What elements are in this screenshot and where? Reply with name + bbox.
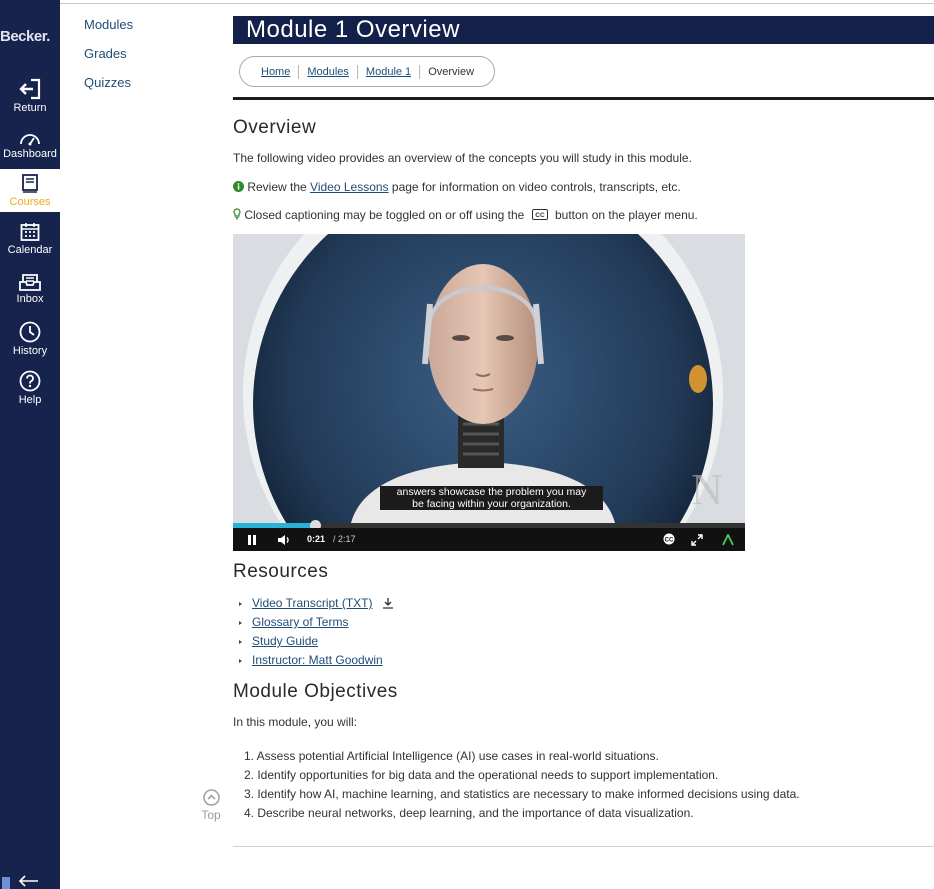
- objective-item: 3. Identify how AI, machine learning, an…: [244, 787, 800, 801]
- video-controls: 0:21 / 2:17 CC: [233, 528, 745, 551]
- objective-item: 2. Identify opportunities for big data a…: [244, 768, 719, 782]
- footer-divider: [233, 846, 934, 847]
- objective-item: 1. Assess potential Artificial Intellige…: [244, 749, 659, 763]
- lightbulb-icon: [233, 208, 241, 220]
- resources-heading: Resources: [233, 561, 329, 582]
- nav-history[interactable]: History: [0, 321, 60, 361]
- course-nav-quizzes[interactable]: Quizzes: [84, 75, 133, 104]
- cc-post: button on the player menu.: [551, 208, 698, 222]
- info-icon: [233, 181, 244, 192]
- caption-line-1: answers showcase the problem you may: [396, 486, 587, 498]
- nav-courses-label: Courses: [9, 196, 51, 208]
- video-lessons-link[interactable]: Video Lessons: [310, 180, 389, 194]
- top-divider: [60, 3, 934, 4]
- breadcrumb-module-1[interactable]: Module 1: [366, 66, 411, 78]
- download-icon[interactable]: [382, 597, 394, 609]
- pause-icon[interactable]: [246, 534, 258, 546]
- objective-item: 4. Describe neural networks, deep learni…: [244, 806, 694, 820]
- nav-inbox-label: Inbox: [16, 293, 44, 305]
- cc-pre: Closed captioning may be toggled on or o…: [244, 208, 528, 222]
- volume-icon[interactable]: [277, 534, 291, 546]
- breadcrumb-separator: [419, 64, 421, 79]
- resource-item: Study Guide: [238, 634, 394, 653]
- global-nav: Becker. Return Dashboard Courses Calenda…: [0, 0, 60, 889]
- video-caption: answers showcase the problem you may be …: [380, 486, 603, 510]
- header-rule: [233, 97, 934, 100]
- study-guide-link[interactable]: Study Guide: [252, 634, 318, 648]
- video-frame: N: [233, 234, 745, 523]
- becker-logo[interactable]: Becker.: [0, 28, 60, 45]
- resources-list: Video Transcript (TXT) Glossary of Terms…: [238, 596, 394, 672]
- courses-icon: [22, 174, 38, 193]
- collapse-nav-icon[interactable]: [2, 872, 42, 889]
- review-pre: Review the: [247, 180, 311, 194]
- back-to-top[interactable]: Top: [200, 789, 222, 822]
- objectives-heading: Module Objectives: [233, 681, 398, 702]
- overview-intro: The following video provides an overview…: [233, 151, 692, 165]
- player-logo-icon[interactable]: [722, 534, 734, 546]
- nav-return-label: Return: [13, 102, 47, 114]
- review-note: Review the Video Lessons page for inform…: [233, 180, 681, 194]
- fullscreen-icon[interactable]: [691, 534, 703, 546]
- cc-inline-icon: CC: [531, 209, 548, 220]
- page-title: Module 1 Overview: [233, 16, 934, 44]
- objectives-list: 1. Assess potential Artificial Intellige…: [244, 749, 800, 825]
- nav-help[interactable]: Help: [0, 370, 60, 410]
- nav-dashboard-label: Dashboard: [3, 148, 57, 160]
- review-post: page for information on video controls, …: [388, 180, 681, 194]
- dashboard-icon: [20, 134, 40, 146]
- nav-dashboard[interactable]: Dashboard: [0, 130, 60, 166]
- breadcrumb-separator: [356, 64, 358, 79]
- caption-line-2: be facing within your organization.: [412, 498, 571, 510]
- cc-note: Closed captioning may be toggled on or o…: [233, 208, 698, 222]
- video-duration: / 2:17: [333, 534, 356, 544]
- nav-return[interactable]: Return: [0, 78, 60, 118]
- history-icon: [19, 321, 41, 343]
- back-to-top-label: Top: [201, 808, 221, 822]
- breadcrumb-separator: [298, 64, 300, 79]
- breadcrumb: Home Modules Module 1 Overview: [239, 56, 496, 87]
- breadcrumb-modules[interactable]: Modules: [307, 66, 349, 78]
- glossary-link[interactable]: Glossary of Terms: [252, 615, 348, 629]
- breadcrumb-current: Overview: [428, 65, 475, 78]
- breadcrumb-home[interactable]: Home: [261, 66, 290, 78]
- course-nav-modules[interactable]: Modules: [84, 17, 133, 46]
- chevron-up-circle-icon: [202, 789, 220, 806]
- nav-calendar[interactable]: Calendar: [0, 222, 60, 262]
- instructor-link[interactable]: Instructor: Matt Goodwin: [252, 653, 383, 667]
- objectives-intro: In this module, you will:: [233, 715, 358, 729]
- resource-item: Instructor: Matt Goodwin: [238, 653, 394, 672]
- video-player[interactable]: N answers showcase the problem you may b…: [233, 234, 745, 551]
- help-icon: [19, 370, 41, 392]
- overview-heading: Overview: [233, 117, 317, 138]
- closed-caption-icon[interactable]: CC: [663, 533, 675, 545]
- course-nav: Modules Grades Quizzes: [84, 17, 133, 104]
- nav-inbox[interactable]: Inbox: [0, 273, 60, 311]
- svg-text:CC: CC: [535, 212, 545, 219]
- resource-item: Video Transcript (TXT): [238, 596, 394, 615]
- return-icon: [19, 78, 41, 100]
- calendar-icon: [20, 223, 40, 241]
- nav-history-label: History: [12, 345, 48, 357]
- nav-help-label: Help: [18, 394, 42, 406]
- resource-item: Glossary of Terms: [238, 615, 394, 634]
- video-current-time: 0:21: [307, 534, 326, 544]
- video-watermark: N: [691, 465, 723, 514]
- nav-courses[interactable]: Courses: [0, 169, 60, 212]
- video-transcript-link[interactable]: Video Transcript (TXT): [252, 596, 372, 610]
- inbox-icon: [19, 274, 41, 291]
- svg-text:CC: CC: [665, 537, 674, 543]
- course-nav-grades[interactable]: Grades: [84, 46, 133, 75]
- nav-calendar-label: Calendar: [7, 244, 53, 256]
